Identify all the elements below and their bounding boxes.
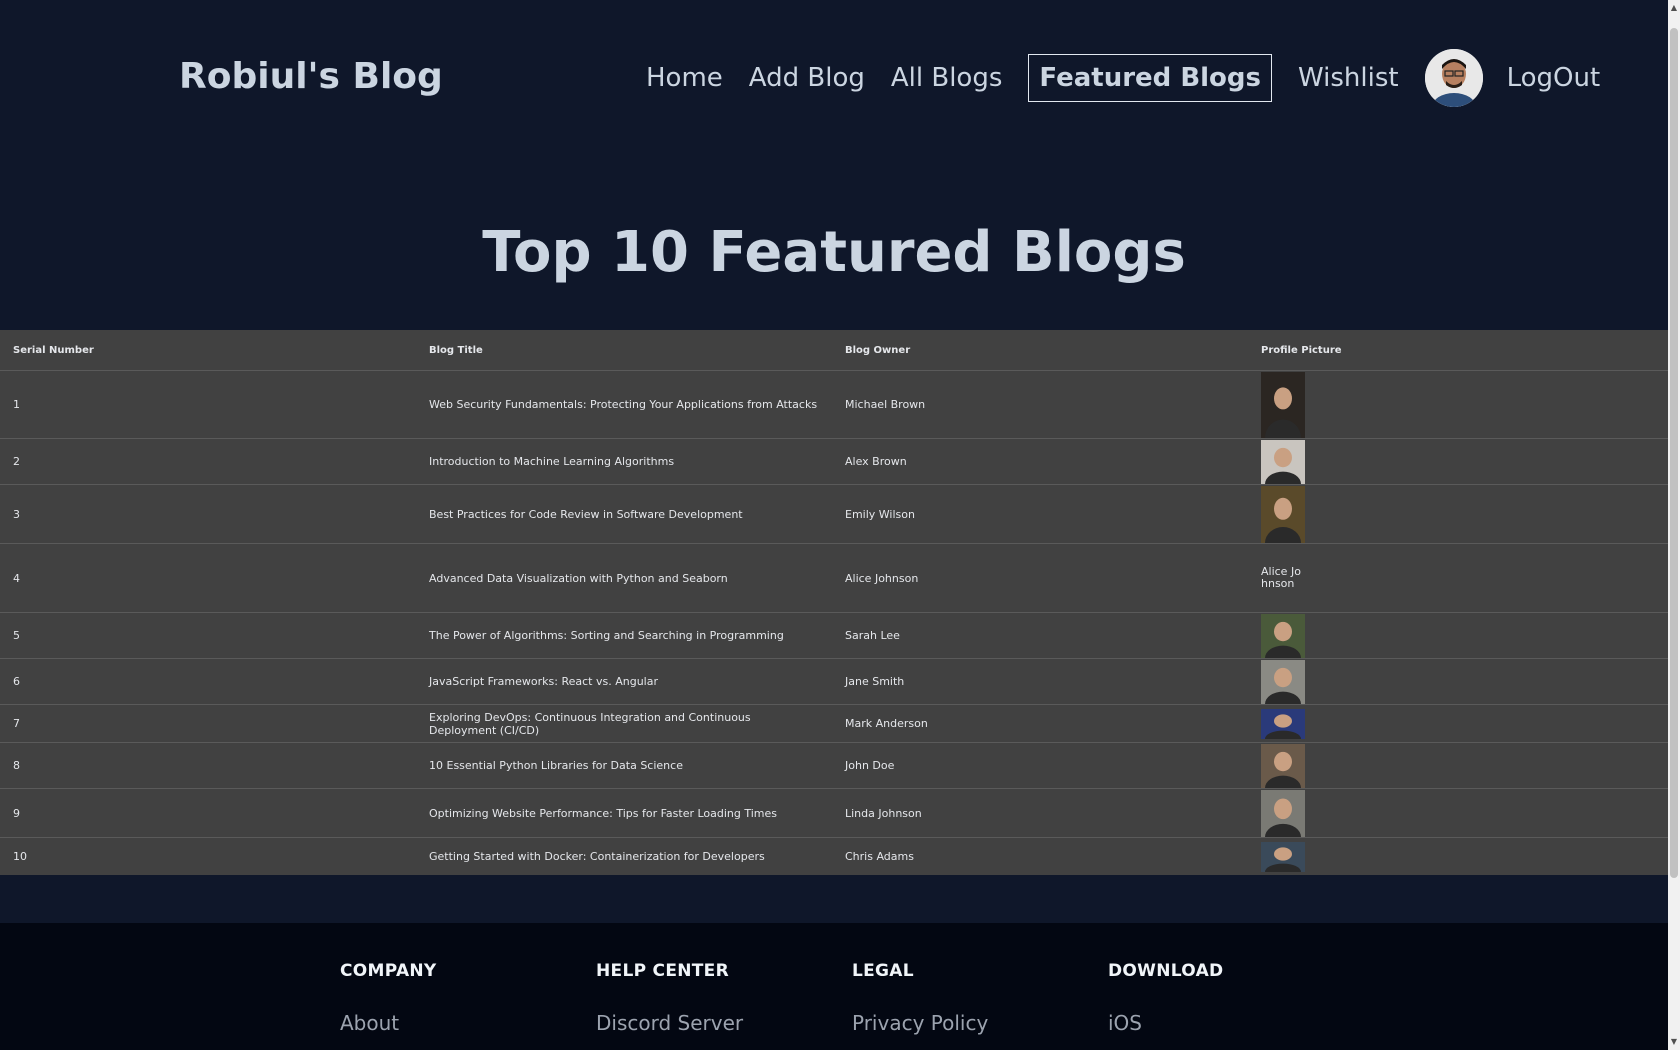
footer-heading-legal: LEGAL <box>852 961 914 981</box>
page-title: Top 10 Featured Blogs <box>482 220 1186 285</box>
table-row: 1 Web Security Fundamentals: Protecting Y… <box>0 370 1668 439</box>
table-row: 4 Advanced Data Visualization with Python… <box>0 543 1668 613</box>
cell-owner: Linda Johnson <box>832 788 1248 838</box>
featured-blogs-table: Serial Number Blog Title Blog Owner Prof… <box>0 330 1668 876</box>
header-picture: Profile Picture <box>1248 330 1668 371</box>
table-row: 2 Introduction to Machine Learning Algori… <box>0 438 1668 485</box>
cell-serial: 2 <box>0 438 416 485</box>
table-row: 10 Getting Started with Docker: Container… <box>0 837 1668 876</box>
footer-col-download: DOWNLOAD iOS <box>1108 961 1223 1035</box>
profile-picture <box>1261 708 1305 739</box>
user-avatar[interactable] <box>1424 49 1483 107</box>
nav-logout[interactable]: LogOut <box>1507 54 1601 102</box>
header-title: Blog Title <box>416 330 832 371</box>
user-avatar-icon <box>1424 49 1483 107</box>
table-row: 6 JavaScript Frameworks: React vs. Angula… <box>0 658 1668 705</box>
cell-serial: 3 <box>0 484 416 544</box>
footer-col-help: HELP CENTER Discord Server <box>596 961 743 1035</box>
main-nav: Home Add Blog All Blogs Featured Blogs W… <box>646 49 1626 107</box>
brand-logo[interactable]: Robiul's Blog <box>179 56 443 97</box>
footer: COMPANY About HELP CENTER Discord Server… <box>0 923 1680 1050</box>
cell-serial: 8 <box>0 742 416 789</box>
cell-owner: Michael Brown <box>832 370 1248 439</box>
cell-serial: 10 <box>0 837 416 876</box>
cell-profile-picture <box>1248 788 1668 838</box>
cell-title: Getting Started with Docker: Containeriz… <box>416 837 832 876</box>
nav-featured-blogs[interactable]: Featured Blogs <box>1028 54 1272 102</box>
cell-owner: Chris Adams <box>832 837 1248 876</box>
cell-owner: Emily Wilson <box>832 484 1248 544</box>
cell-title: The Power of Algorithms: Sorting and Sea… <box>416 612 832 659</box>
header-owner: Blog Owner <box>832 330 1248 371</box>
profile-picture <box>1261 841 1305 872</box>
profile-picture <box>1261 371 1305 438</box>
scroll-down-icon[interactable]: ▼ <box>1670 1037 1678 1047</box>
footer-heading-help: HELP CENTER <box>596 961 729 981</box>
cell-owner: John Doe <box>832 742 1248 789</box>
nav-home[interactable]: Home <box>646 54 723 102</box>
cell-serial: 5 <box>0 612 416 659</box>
footer-link-ios[interactable]: iOS <box>1108 1011 1223 1035</box>
profile-picture <box>1261 743 1305 788</box>
footer-spacer <box>0 875 1668 923</box>
table-row: 9 Optimizing Website Performance: Tips fo… <box>0 788 1668 838</box>
table-row: 3 Best Practices for Code Review in Softw… <box>0 484 1668 544</box>
cell-title: Web Security Fundamentals: Protecting Yo… <box>416 370 832 439</box>
cell-profile-picture <box>1248 837 1668 876</box>
profile-picture <box>1261 659 1305 704</box>
cell-profile-picture: Alice Johnson <box>1248 543 1668 613</box>
cell-title: Introduction to Machine Learning Algorit… <box>416 438 832 485</box>
cell-profile-picture <box>1248 438 1668 485</box>
cell-serial: 4 <box>0 543 416 613</box>
cell-title: Best Practices for Code Review in Softwa… <box>416 484 832 544</box>
cell-profile-picture <box>1248 484 1668 544</box>
cell-owner: Sarah Lee <box>832 612 1248 659</box>
footer-link-privacy[interactable]: Privacy Policy <box>852 1011 988 1035</box>
footer-col-company: COMPANY About <box>340 961 437 1035</box>
cell-title: Exploring DevOps: Continuous Integration… <box>416 704 832 743</box>
scrollbar[interactable]: ▲ ▼ <box>1668 0 1680 1050</box>
cell-title: 10 Essential Python Libraries for Data S… <box>416 742 832 789</box>
cell-serial: 9 <box>0 788 416 838</box>
cell-title: JavaScript Frameworks: React vs. Angular <box>416 658 832 705</box>
scroll-up-icon[interactable]: ▲ <box>1670 3 1678 13</box>
page: Robiul's Blog Home Add Blog All Blogs Fe… <box>0 0 1668 923</box>
cell-owner: Alice Johnson <box>832 543 1248 613</box>
nav-add-blog[interactable]: Add Blog <box>749 54 865 102</box>
nav-all-blogs[interactable]: All Blogs <box>891 54 1003 102</box>
nav-wishlist[interactable]: Wishlist <box>1298 54 1399 102</box>
cell-serial: 6 <box>0 658 416 705</box>
cell-profile-picture <box>1248 704 1668 743</box>
cell-profile-picture <box>1248 370 1668 439</box>
profile-picture <box>1261 485 1305 543</box>
table-row: 7 Exploring DevOps: Continuous Integratio… <box>0 704 1668 743</box>
footer-link-about[interactable]: About <box>340 1011 437 1035</box>
header-serial: Serial Number <box>0 330 416 371</box>
footer-heading-company: COMPANY <box>340 961 437 981</box>
cell-owner: Alex Brown <box>832 438 1248 485</box>
cell-profile-picture <box>1248 658 1668 705</box>
footer-col-legal: LEGAL Privacy Policy <box>852 961 988 1035</box>
cell-serial: 7 <box>0 704 416 743</box>
footer-heading-download: DOWNLOAD <box>1108 961 1224 981</box>
cell-profile-picture <box>1248 612 1668 659</box>
cell-owner: Mark Anderson <box>832 704 1248 743</box>
table-row: 5 The Power of Algorithms: Sorting and Se… <box>0 612 1668 659</box>
profile-picture <box>1261 789 1305 837</box>
scrollbar-thumb[interactable] <box>1670 28 1678 878</box>
cell-title: Advanced Data Visualization with Python … <box>416 543 832 613</box>
cell-title: Optimizing Website Performance: Tips for… <box>416 788 832 838</box>
table-row: 8 10 Essential Python Libraries for Data … <box>0 742 1668 789</box>
cell-serial: 1 <box>0 370 416 439</box>
profile-picture <box>1261 439 1305 484</box>
profile-picture <box>1261 613 1305 658</box>
table-header-row: Serial Number Blog Title Blog Owner Prof… <box>0 330 1668 371</box>
navbar: Robiul's Blog Home Add Blog All Blogs Fe… <box>0 0 1668 160</box>
cell-profile-picture <box>1248 742 1668 789</box>
cell-owner: Jane Smith <box>832 658 1248 705</box>
profile-picture-alt-text: Alice Johnson <box>1261 565 1301 590</box>
footer-link-discord[interactable]: Discord Server <box>596 1011 743 1035</box>
